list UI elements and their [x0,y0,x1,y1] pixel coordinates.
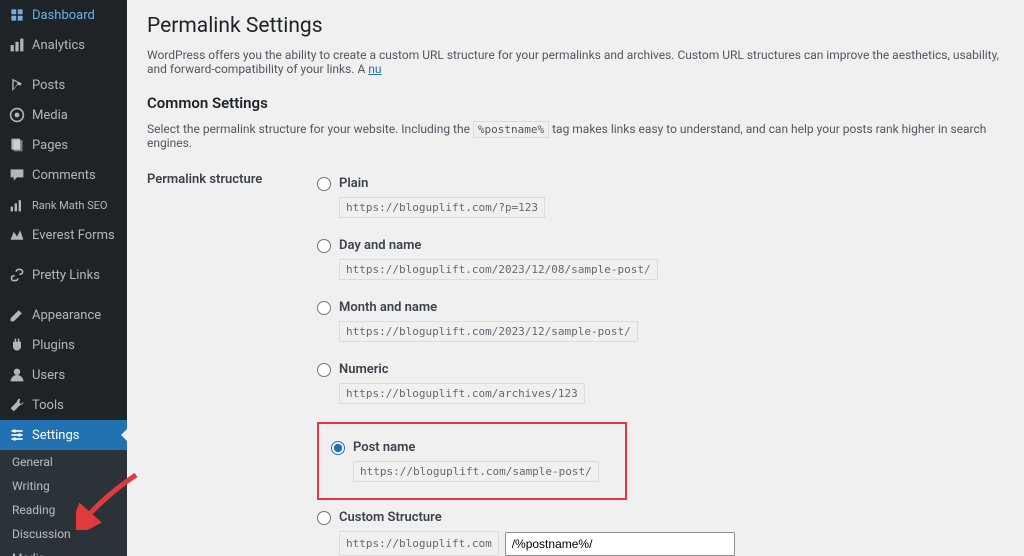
option-label[interactable]: Custom Structure [339,510,442,525]
forms-icon [8,226,26,244]
url-sample: https://bloguplift.com/2023/12/sample-po… [339,321,638,342]
posts-icon [8,76,26,94]
sidebar-item-pages[interactable]: Pages [0,130,127,160]
sidebar-item-analytics[interactable]: Analytics [0,30,127,60]
sidebar-item-prettylinks[interactable]: Pretty Links [0,260,127,290]
settings-icon [8,426,26,444]
custom-prefix: https://bloguplift.com [339,531,499,556]
sidebar-item-label: Users [32,368,65,383]
option-day-name: Day and name https://bloguplift.com/2023… [317,232,1004,294]
links-icon [8,266,26,284]
radio-postname[interactable] [331,441,345,455]
sidebar-item-label: Tools [32,398,64,413]
submenu-item-discussion[interactable]: Discussion [0,522,127,546]
sidebar-item-appearance[interactable]: Appearance [0,300,127,330]
pages-icon [8,136,26,154]
sidebar-item-plugins[interactable]: Plugins [0,330,127,360]
submenu-item-media[interactable]: Media [0,546,127,556]
intro-link[interactable]: nu [368,62,381,76]
url-sample: https://bloguplift.com/sample-post/ [353,461,599,482]
option-label[interactable]: Numeric [339,362,389,377]
option-postname: Post name https://bloguplift.com/sample-… [317,422,627,500]
radio-day-name[interactable] [317,239,331,253]
sidebar-item-label: Pages [32,138,68,153]
sidebar-item-label: Analytics [32,38,85,53]
rankmath-icon [8,196,26,214]
analytics-icon [8,36,26,54]
option-label[interactable]: Month and name [339,300,437,315]
sidebar-item-everestforms[interactable]: Everest Forms [0,220,127,250]
comments-icon [8,166,26,184]
submenu-item-writing[interactable]: Writing [0,474,127,498]
sidebar-item-label: Everest Forms [32,228,115,243]
radio-plain[interactable] [317,177,331,191]
users-icon [8,366,26,384]
option-plain: Plain https://bloguplift.com/?p=123 [317,170,1004,232]
media-icon [8,106,26,124]
sidebar-item-posts[interactable]: Posts [0,70,127,100]
option-label[interactable]: Plain [339,176,368,191]
page-title: Permalink Settings [147,14,1004,38]
settings-submenu: General Writing Reading Discussion Media… [0,450,127,556]
option-label[interactable]: Day and name [339,238,421,253]
sidebar-item-label: Rank Math SEO [32,199,107,212]
radio-custom[interactable] [317,511,331,525]
option-numeric: Numeric https://bloguplift.com/archives/… [317,356,1004,418]
sidebar-item-dashboard[interactable]: Dashboard [0,0,127,30]
sidebar-item-label: Media [32,108,68,123]
sidebar-item-rankmath[interactable]: Rank Math SEO [0,190,127,220]
admin-sidebar: Dashboard Analytics Posts Media Pages Co… [0,0,127,556]
tools-icon [8,396,26,414]
submenu-item-general[interactable]: General [0,450,127,474]
sidebar-item-users[interactable]: Users [0,360,127,390]
url-sample: https://bloguplift.com/archives/123 [339,383,585,404]
sidebar-item-settings[interactable]: Settings [0,420,127,450]
sidebar-item-label: Settings [32,428,79,443]
sidebar-item-label: Dashboard [32,8,95,23]
radio-numeric[interactable] [317,363,331,377]
structure-label: Permalink structure [147,170,317,556]
dashboard-icon [8,6,26,24]
custom-structure-input[interactable] [505,532,735,556]
sidebar-item-media[interactable]: Media [0,100,127,130]
intro-text: WordPress offers you the ability to crea… [147,48,1004,76]
sidebar-item-tools[interactable]: Tools [0,390,127,420]
sidebar-item-label: Pretty Links [32,268,100,283]
sidebar-item-label: Comments [32,168,96,183]
plugins-icon [8,336,26,354]
appearance-icon [8,306,26,324]
sidebar-item-comments[interactable]: Comments [0,160,127,190]
sidebar-item-label: Appearance [32,308,101,323]
url-sample: https://bloguplift.com/2023/12/08/sample… [339,259,658,280]
option-custom: Custom Structure https://bloguplift.com … [317,504,1004,556]
submenu-item-reading[interactable]: Reading [0,498,127,522]
radio-month-name[interactable] [317,301,331,315]
main-content: Permalink Settings WordPress offers you … [127,0,1024,556]
sidebar-item-label: Plugins [32,338,75,353]
option-month-name: Month and name https://bloguplift.com/20… [317,294,1004,356]
sidebar-item-label: Posts [32,78,65,93]
option-label[interactable]: Post name [353,440,415,455]
common-settings-heading: Common Settings [147,94,1004,112]
common-settings-desc: Select the permalink structure for your … [147,122,1004,150]
url-sample: https://bloguplift.com/?p=123 [339,197,545,218]
